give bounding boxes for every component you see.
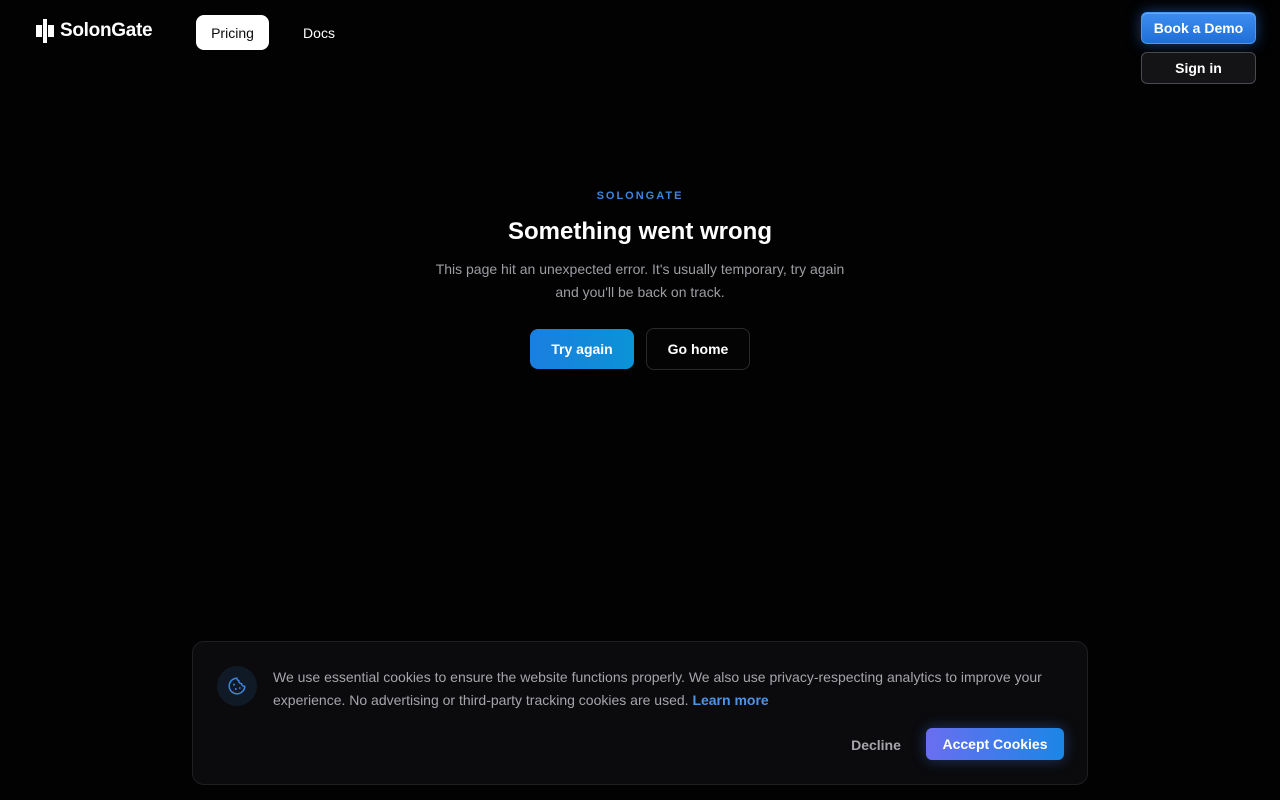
nav-docs[interactable]: Docs [289, 15, 349, 50]
cookie-message: We use essential cookies to ensure the w… [273, 666, 1073, 712]
brand-name: SolonGate [60, 20, 153, 41]
book-demo-button[interactable]: Book a Demo [1141, 12, 1256, 44]
error-description-line-1: This page hit an unexpected error. It's … [435, 261, 845, 277]
error-title: Something went wrong [508, 218, 772, 245]
error-description: This page hit an unexpected error. It's … [420, 258, 860, 304]
error-eyebrow: SOLONGATE [596, 190, 684, 202]
page: SolonGate Pricing Docs Book a Demo Sign … [0, 0, 1280, 800]
nav-pricing[interactable]: Pricing [196, 15, 269, 50]
cookie-message-text: We use essential cookies to ensure the w… [273, 669, 1042, 708]
cookie-icon-badge [217, 666, 257, 706]
brand-logo[interactable]: SolonGate [36, 19, 153, 43]
sign-in-button[interactable]: Sign in [1141, 52, 1256, 84]
accept-cookies-button[interactable]: Accept Cookies [926, 728, 1064, 760]
logo-icon [36, 19, 54, 43]
decline-cookies-button[interactable]: Decline [839, 729, 913, 761]
error-description-line-2: and you'll be back on track. [555, 284, 725, 300]
cookie-banner: We use essential cookies to ensure the w… [192, 641, 1088, 785]
try-again-button[interactable]: Try again [530, 329, 634, 369]
cookie-icon [228, 677, 246, 695]
learn-more-link[interactable]: Learn more [692, 692, 768, 708]
go-home-button[interactable]: Go home [646, 328, 750, 370]
